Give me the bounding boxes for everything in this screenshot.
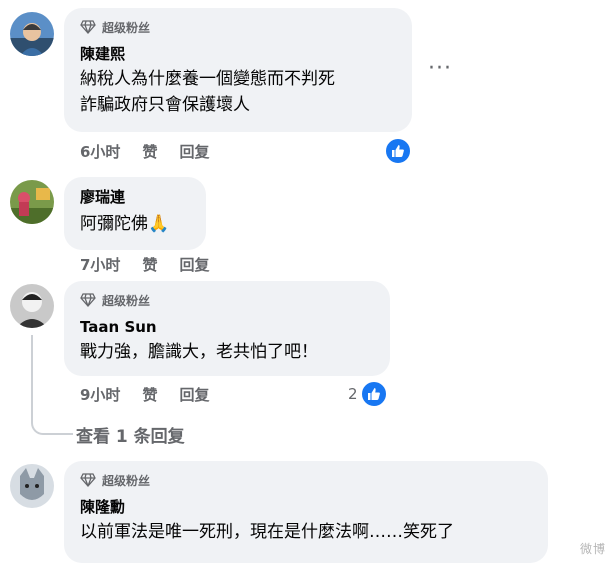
view-replies-link[interactable]: 查看 1 条回复 [76, 422, 185, 447]
comment-actions: 7小时 赞 回复 [80, 254, 209, 275]
comment-text-line: 詐騙政府只會保護壞人 [80, 95, 250, 115]
avatar[interactable] [10, 12, 54, 56]
comment-bubble: 超级粉丝 Taan Sun 戰力強，膽識大，老共怕了吧！ [64, 281, 390, 376]
comment-actions: 9小时 赞 回复 [80, 384, 209, 405]
comment-time[interactable]: 9小时 [80, 384, 120, 405]
super-fan-badge: 超级粉丝 [80, 471, 532, 489]
like-reaction-icon[interactable] [384, 137, 412, 165]
comment-author[interactable]: Taan Sun [80, 317, 374, 337]
comment-time[interactable]: 6小时 [80, 141, 120, 162]
reply-button[interactable]: 回复 [179, 384, 209, 405]
like-button[interactable]: 赞 [142, 141, 157, 162]
comment-author[interactable]: 陳建熙 [80, 44, 396, 64]
comment-text-line: 納稅人為什麼養一個變態而不判死 [80, 69, 335, 89]
more-options-icon[interactable]: ··· [428, 56, 452, 81]
comment-time[interactable]: 7小时 [80, 254, 120, 275]
comment-author[interactable]: 陳隆勳 [80, 497, 532, 517]
reply-button[interactable]: 回复 [179, 254, 209, 275]
like-button[interactable]: 赞 [142, 254, 157, 275]
like-button[interactable]: 赞 [142, 384, 157, 405]
avatar[interactable] [10, 180, 54, 224]
super-fan-badge: 超级粉丝 [80, 291, 374, 309]
comment-text-line: 以前軍法是唯一死刑，現在是什麼法啊……笑死了 [80, 522, 454, 542]
reply-button[interactable]: 回复 [179, 141, 209, 162]
reply-thread-line [31, 335, 73, 435]
super-fan-badge: 超级粉丝 [80, 18, 396, 36]
comment-bubble: 超级粉丝 陳隆勳 以前軍法是唯一死刑，現在是什麼法啊……笑死了 [64, 461, 548, 563]
diamond-icon [80, 20, 96, 34]
comment-text-line: 阿彌陀佛🙏 [80, 214, 170, 234]
diamond-icon [80, 293, 96, 307]
badge-label: 超级粉丝 [102, 473, 151, 488]
reaction-count[interactable]: 2 [348, 385, 358, 403]
badge-label: 超级粉丝 [102, 20, 151, 35]
like-reaction-icon[interactable] [360, 380, 388, 408]
comment-actions: 6小时 赞 回复 [80, 141, 209, 162]
badge-label: 超级粉丝 [102, 293, 151, 308]
comment-bubble: 超级粉丝 陳建熙 納稅人為什麼養一個變態而不判死 詐騙政府只會保護壞人 [64, 8, 412, 132]
comment-text-line: 戰力強，膽識大，老共怕了吧！ [80, 342, 318, 362]
watermark: 微博 [579, 542, 606, 556]
avatar[interactable] [10, 464, 54, 508]
comment-bubble: 廖瑞連 阿彌陀佛🙏 [64, 177, 206, 250]
comment-author[interactable]: 廖瑞連 [80, 187, 190, 207]
diamond-icon [80, 473, 96, 487]
avatar[interactable] [10, 284, 54, 328]
